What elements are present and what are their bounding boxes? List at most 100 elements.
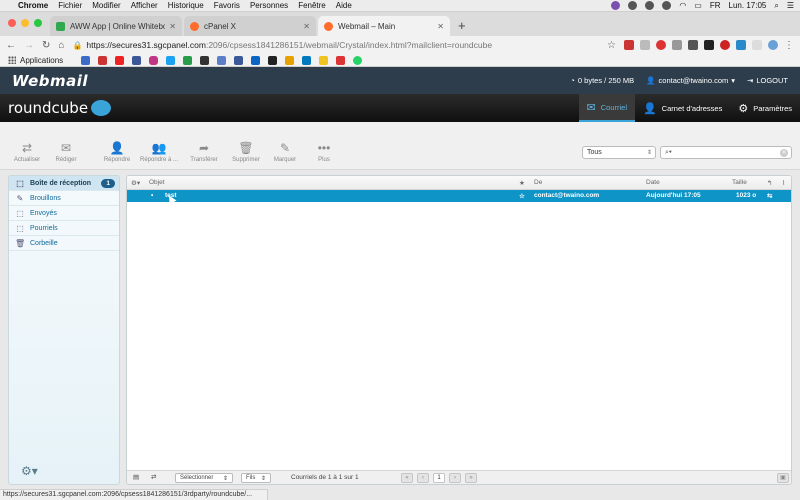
tab-aww[interactable]: AWW App | Online Whiteboard ✕ bbox=[50, 16, 182, 36]
bookmark-icon[interactable] bbox=[183, 55, 193, 65]
reply-all-button[interactable]: 👥 Répondre à ... bbox=[137, 141, 181, 163]
zoom-window-button[interactable] bbox=[34, 19, 42, 27]
bookmark-apps[interactable]: Applications bbox=[8, 56, 63, 65]
pinterest-icon[interactable] bbox=[656, 40, 666, 50]
folder-sent[interactable]: ⬚ Envoyés bbox=[9, 206, 119, 221]
search-icon[interactable]: ⌕▾ bbox=[665, 149, 672, 157]
lock-icon[interactable]: 🔒 bbox=[72, 41, 82, 50]
extension-icon[interactable] bbox=[640, 40, 650, 50]
extension-icon[interactable] bbox=[672, 40, 682, 50]
folder-inbox[interactable]: ⬚ Boîte de réception 1 bbox=[9, 176, 119, 191]
list-options-icon[interactable]: ⚙▾ bbox=[131, 179, 140, 187]
screen-record-icon[interactable] bbox=[611, 1, 621, 10]
webmail-logo[interactable]: Webmail bbox=[12, 72, 88, 90]
roundcube-logo[interactable]: roundcube bbox=[8, 99, 88, 117]
extension-icon[interactable] bbox=[624, 40, 634, 50]
whatsapp-icon[interactable] bbox=[353, 55, 363, 65]
menu-personnes[interactable]: Personnes bbox=[250, 1, 288, 10]
url-input[interactable]: 🔒 https://secures31.sgcpanel.com:2096/cp… bbox=[72, 38, 599, 52]
folder-junk[interactable]: ⬚ Pourriels bbox=[9, 221, 119, 236]
logout-button[interactable]: ⇥ LOGOUT bbox=[747, 76, 788, 85]
search-input[interactable]: ⌕▾ ✕ bbox=[660, 146, 792, 159]
bookmark-icon[interactable] bbox=[217, 55, 227, 65]
bookmark-icon[interactable] bbox=[319, 55, 329, 65]
thread-expand-icon[interactable]: • bbox=[151, 192, 153, 199]
close-tab-icon[interactable]: ✕ bbox=[437, 22, 444, 31]
nav-carnet-adresses[interactable]: 👤 Carnet d'adresses bbox=[635, 94, 730, 122]
more-button[interactable]: ••• Plus bbox=[305, 141, 343, 163]
folder-trash[interactable]: 🗑 Corbeille bbox=[9, 236, 119, 251]
close-window-button[interactable] bbox=[8, 19, 16, 27]
bookmark-icon[interactable] bbox=[81, 55, 91, 65]
list-view-icon[interactable]: ▤ bbox=[133, 473, 139, 481]
forward-icon[interactable]: → bbox=[24, 40, 34, 51]
menu-favoris[interactable]: Favoris bbox=[214, 1, 240, 10]
nav-courriel[interactable]: ✉ Courriel bbox=[578, 94, 636, 122]
extension-icon[interactable] bbox=[720, 40, 730, 50]
mark-button[interactable]: ✎ Marquer bbox=[266, 141, 304, 163]
menubar-clock[interactable]: Lun. 17:05 bbox=[729, 1, 767, 10]
bookmark-icon[interactable] bbox=[200, 55, 210, 65]
gmail-icon[interactable] bbox=[98, 55, 108, 65]
home-icon[interactable]: ⌂ bbox=[58, 40, 64, 51]
expand-preview-icon[interactable]: ▣ bbox=[777, 473, 789, 483]
nav-parametres[interactable]: ⚙ Paramètres bbox=[730, 94, 800, 122]
menu-list-icon[interactable]: ☰ bbox=[787, 1, 794, 10]
table-row[interactable]: • test ☆ contact@twaino.com Aujourd'hui … bbox=[127, 190, 791, 202]
clear-search-icon[interactable]: ✕ bbox=[780, 148, 788, 157]
compose-button[interactable]: ✉ Rédiger bbox=[47, 141, 85, 163]
first-page-button[interactable]: « bbox=[401, 473, 413, 483]
reload-icon[interactable]: ↻ bbox=[42, 40, 50, 51]
filter-select[interactable]: Tous ⇕ bbox=[582, 146, 656, 159]
reply-button[interactable]: 👤 Répondre bbox=[98, 141, 136, 163]
menu-aide[interactable]: Aide bbox=[336, 1, 352, 10]
extension-icon[interactable] bbox=[752, 40, 762, 50]
new-tab-button[interactable]: + bbox=[458, 16, 466, 36]
close-tab-icon[interactable]: ✕ bbox=[303, 22, 310, 31]
dropbox-icon[interactable] bbox=[645, 1, 655, 10]
bookmark-icon[interactable] bbox=[268, 55, 278, 65]
folder-settings-gear-icon[interactable]: ⚙▾ bbox=[21, 464, 38, 478]
prev-page-button[interactable]: ‹ bbox=[417, 473, 429, 483]
extension-icon[interactable] bbox=[688, 40, 698, 50]
threads-view-icon[interactable]: ⇄ bbox=[151, 473, 156, 481]
select-dropdown[interactable]: Sélectionner ⇕ bbox=[175, 473, 233, 483]
menu-fenetre[interactable]: Fenêtre bbox=[298, 1, 326, 10]
extension-icon[interactable] bbox=[736, 40, 746, 50]
extension-icon[interactable] bbox=[704, 40, 714, 50]
facebook-icon[interactable] bbox=[234, 55, 244, 65]
linkedin-icon[interactable] bbox=[251, 55, 261, 65]
twitter-icon[interactable] bbox=[166, 55, 176, 65]
next-page-button[interactable]: › bbox=[449, 473, 461, 483]
column-from[interactable]: De bbox=[534, 179, 542, 186]
trello-icon[interactable] bbox=[302, 55, 312, 65]
flag-column-star-icon[interactable]: ★ bbox=[519, 179, 525, 187]
folder-drafts[interactable]: ✎ Brouillons bbox=[9, 191, 119, 206]
last-page-button[interactable]: » bbox=[465, 473, 477, 483]
tab-cpanel[interactable]: cPanel X ✕ bbox=[184, 16, 316, 36]
minimize-window-button[interactable] bbox=[21, 19, 29, 27]
facebook-icon[interactable] bbox=[132, 55, 142, 65]
menu-fichier[interactable]: Fichier bbox=[58, 1, 82, 10]
youtube-icon[interactable] bbox=[115, 55, 125, 65]
column-date[interactable]: Date bbox=[646, 179, 660, 186]
flag-star-icon[interactable]: ☆ bbox=[519, 192, 525, 200]
column-subject[interactable]: Objet bbox=[149, 179, 165, 186]
status-icon[interactable] bbox=[628, 1, 638, 10]
menu-historique[interactable]: Historique bbox=[168, 1, 204, 10]
input-flag[interactable]: FR bbox=[710, 1, 721, 10]
profile-avatar[interactable] bbox=[768, 40, 778, 50]
quota-info[interactable]: ◔ 0 bytes / 250 MB bbox=[570, 76, 634, 85]
menu-afficher[interactable]: Afficher bbox=[131, 1, 158, 10]
back-icon[interactable]: ← bbox=[6, 40, 16, 51]
page-number[interactable]: 1 bbox=[433, 473, 445, 483]
cloud-icon[interactable] bbox=[662, 1, 672, 10]
column-size[interactable]: Taille bbox=[732, 179, 747, 186]
attachment-icon[interactable]: ⌇ bbox=[782, 179, 785, 187]
battery-icon[interactable]: ▭ bbox=[694, 1, 702, 10]
wifi-icon[interactable]: ◠ bbox=[679, 1, 686, 10]
instagram-icon[interactable] bbox=[149, 55, 159, 65]
bookmark-star-icon[interactable]: ☆ bbox=[607, 40, 616, 51]
bookmark-icon[interactable] bbox=[285, 55, 295, 65]
threads-dropdown[interactable]: Fils ⇕ bbox=[241, 473, 271, 483]
